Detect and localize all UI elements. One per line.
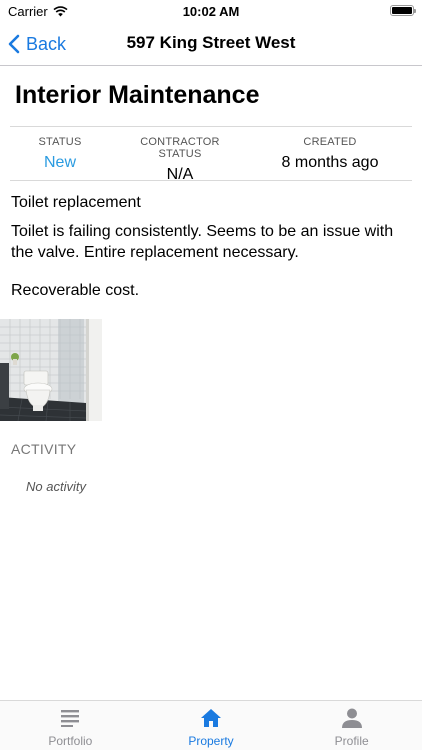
issue-summary: Toilet replacement: [11, 194, 141, 211]
status-label: STATUS: [38, 136, 82, 148]
created-value: 8 months ago: [281, 154, 379, 171]
list-icon: [61, 710, 80, 727]
nav-title: 597 King Street West: [126, 33, 296, 52]
issue-description: Toilet is failing consistently. Seems to…: [11, 223, 394, 261]
issue-note: Recoverable cost.: [11, 282, 140, 299]
created-stat: CREATED 8 months ago: [260, 136, 400, 172]
activity-empty-state: No activity: [26, 479, 86, 494]
contractor-status-label: CONTRACTOR STATUS: [140, 136, 220, 160]
tab-profile-label: Profile: [334, 734, 369, 748]
page-title: Interior Maintenance: [15, 81, 260, 109]
status-stat: STATUS New: [10, 136, 110, 172]
status-bar: Carrier 10:02 AM: [0, 0, 422, 22]
created-label: CREATED: [303, 136, 357, 148]
tab-portfolio-label: Portfolio: [48, 734, 93, 748]
navigation-bar: Back 597 King Street West: [0, 22, 422, 66]
tab-bar: Portfolio Property Profile: [0, 700, 422, 750]
tab-profile[interactable]: Profile: [281, 701, 422, 750]
contractor-status-value: N/A: [166, 166, 194, 183]
activity-heading: ACTIVITY: [11, 441, 77, 457]
contractor-status-stat: CONTRACTOR STATUS N/A: [120, 136, 240, 184]
home-icon: [201, 709, 221, 727]
battery-icon: [390, 5, 416, 16]
toilet-photo: [0, 319, 102, 421]
issue-photo-thumbnail[interactable]: [0, 319, 102, 421]
tab-property[interactable]: Property: [141, 701, 282, 750]
tab-portfolio[interactable]: Portfolio: [0, 701, 141, 750]
clock: 10:02 AM: [182, 4, 240, 19]
stats-row: STATUS New CONTRACTOR STATUS N/A CREATED…: [10, 126, 412, 184]
person-icon: [341, 708, 362, 728]
tab-property-label: Property: [188, 734, 234, 748]
status-value: New: [43, 154, 76, 171]
